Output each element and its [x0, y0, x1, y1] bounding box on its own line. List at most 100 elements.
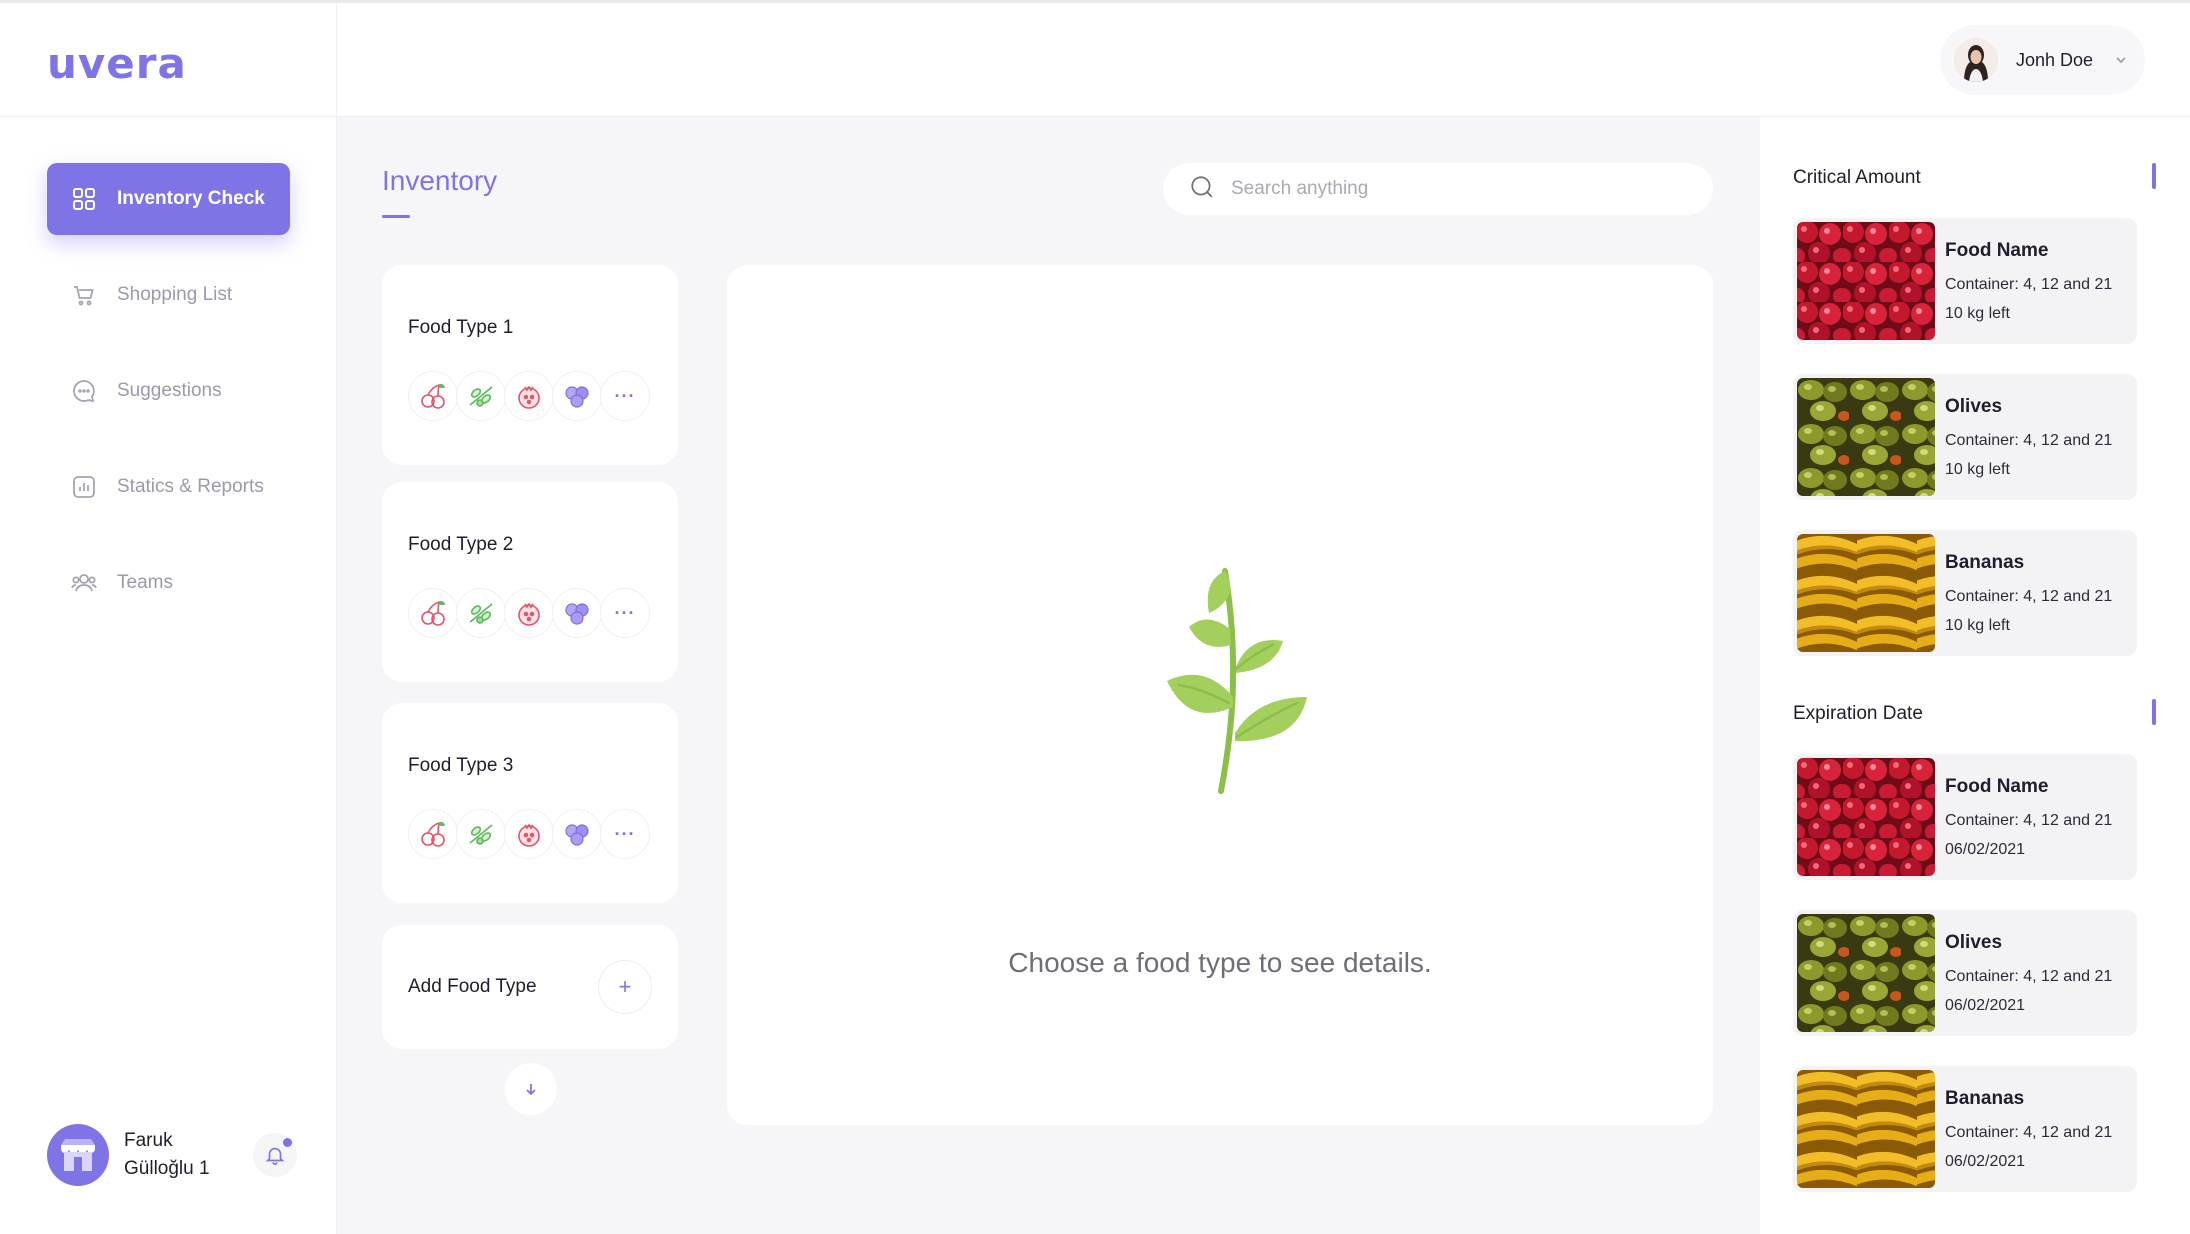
- divider: [0, 116, 337, 117]
- item-container: Container: 4, 12 and 21: [1945, 432, 2113, 449]
- food-type-title: Food Type 2: [408, 534, 514, 555]
- sidebar-item-label: Shopping List: [117, 284, 233, 305]
- scroll-down-button[interactable]: [505, 1063, 557, 1115]
- avatar: [47, 1124, 109, 1186]
- item-date: 06/02/2021: [1945, 1153, 2026, 1170]
- item-name: Olives: [1945, 932, 2003, 953]
- bell-icon: [265, 1147, 285, 1165]
- item-container: Container: 4, 12 and 21: [1945, 968, 2113, 985]
- main-content: Inventory Food Type 1 ··· Food Type 2 ··…: [337, 117, 1760, 1234]
- empty-state-message: Choose a food type to see details.: [1008, 947, 1432, 978]
- olive-icon: [456, 809, 506, 859]
- blueberry-icon: [552, 371, 602, 421]
- notifications-button[interactable]: [253, 1133, 297, 1177]
- arrow-down-icon: [526, 1084, 536, 1096]
- cherry-icon: [408, 809, 458, 859]
- sidebar-item-suggestions[interactable]: Suggestions: [47, 355, 290, 427]
- food-image: [1797, 758, 1935, 876]
- item-container: Container: 4, 12 and 21: [1945, 812, 2113, 829]
- more-button[interactable]: ···: [600, 588, 650, 638]
- item-date: 06/02/2021: [1945, 997, 2026, 1014]
- cherry-icon: [408, 588, 458, 638]
- add-food-type-card[interactable]: Add Food Type +: [382, 925, 678, 1049]
- item-name: Olives: [1945, 396, 2003, 417]
- blueberry-icon: [552, 809, 602, 859]
- food-icons: ···: [408, 809, 678, 859]
- sidebar-nav: Inventory Check Shopping List Suggestion…: [47, 163, 290, 643]
- food-type-card[interactable]: Food Type 2 ···: [382, 482, 678, 682]
- app-logo[interactable]: uvera: [47, 39, 187, 88]
- item-name: Bananas: [1945, 1088, 2025, 1109]
- food-type-card[interactable]: Food Type 3 ···: [382, 703, 678, 903]
- profile-name: Jonh Doe: [2016, 49, 2094, 70]
- critical-item-card[interactable]: Food Name Container: 4, 12 and 21 10 kg …: [1793, 218, 2137, 344]
- section-marker: [2152, 163, 2156, 189]
- food-image: [1797, 222, 1935, 340]
- item-container: Container: 4, 12 and 21: [1945, 1124, 2113, 1141]
- search-input[interactable]: [1229, 177, 1673, 201]
- grid-icon: [71, 186, 97, 212]
- search-bar[interactable]: [1163, 163, 1713, 215]
- food-type-title: Food Type 3: [408, 755, 514, 776]
- sidebar: uvera Inventory Check Shopping List Sugg…: [0, 3, 337, 1234]
- expiration-item-card[interactable]: Bananas Container: 4, 12 and 21 06/02/20…: [1793, 1066, 2137, 1192]
- food-type-card[interactable]: Food Type 1 ···: [382, 265, 678, 465]
- sprout-illustration: [1167, 568, 1307, 794]
- item-name: Food Name: [1945, 240, 2049, 261]
- cherry-icon: [408, 371, 458, 421]
- item-amount: 10 kg left: [1945, 617, 2010, 634]
- expiration-item-card[interactable]: Food Name Container: 4, 12 and 21 06/02/…: [1793, 754, 2137, 880]
- notification-dot: [283, 1138, 292, 1147]
- expiration-item-card[interactable]: Olives Container: 4, 12 and 21 06/02/202…: [1793, 910, 2137, 1036]
- right-panel: Critical Amount Food Name Container: 4, …: [1760, 117, 2190, 1234]
- critical-amount-title: Critical Amount: [1793, 167, 1921, 188]
- chart-icon: [71, 474, 97, 500]
- chevron-down-icon: [2115, 53, 2127, 71]
- food-image: [1797, 914, 1935, 1032]
- food-detail-panel: Choose a food type to see details.: [727, 265, 1713, 1125]
- title-underline: [382, 215, 410, 218]
- add-food-type-label: Add Food Type: [408, 976, 537, 997]
- team-icon: [71, 570, 97, 596]
- search-icon: [1189, 174, 1215, 205]
- item-name: Bananas: [1945, 552, 2025, 573]
- expiration-date-title: Expiration Date: [1793, 703, 1923, 724]
- food-icons: ···: [408, 588, 678, 638]
- critical-item-card[interactable]: Olives Container: 4, 12 and 21 10 kg lef…: [1793, 374, 2137, 500]
- sidebar-item-statics-reports[interactable]: Statics & Reports: [47, 451, 290, 523]
- current-user[interactable]: Faruk Gülloğlu 1: [47, 1123, 297, 1187]
- pomegranate-icon: [504, 809, 554, 859]
- sidebar-item-label: Teams: [117, 572, 173, 593]
- pomegranate-icon: [504, 588, 554, 638]
- store-icon: [61, 1139, 95, 1171]
- food-icons: ···: [408, 371, 678, 421]
- more-button[interactable]: ···: [600, 371, 650, 421]
- add-food-type-button[interactable]: +: [598, 960, 652, 1014]
- profile-avatar: [1954, 38, 1998, 82]
- critical-item-card[interactable]: Bananas Container: 4, 12 and 21 10 kg le…: [1793, 530, 2137, 656]
- olive-icon: [456, 588, 506, 638]
- profile-menu[interactable]: Jonh Doe: [1940, 25, 2145, 95]
- item-amount: 10 kg left: [1945, 305, 2010, 322]
- food-image: [1797, 378, 1935, 496]
- item-container: Container: 4, 12 and 21: [1945, 276, 2113, 293]
- cart-icon: [71, 282, 97, 308]
- section-marker: [2152, 699, 2156, 725]
- item-date: 06/02/2021: [1945, 841, 2026, 858]
- sidebar-item-inventory-check[interactable]: Inventory Check: [47, 163, 290, 235]
- sidebar-item-label: Inventory Check: [117, 188, 265, 209]
- chat-icon: [71, 378, 97, 404]
- sidebar-item-label: Statics & Reports: [117, 476, 264, 497]
- item-amount: 10 kg left: [1945, 461, 2010, 478]
- sidebar-item-teams[interactable]: Teams: [47, 547, 290, 619]
- sidebar-item-label: Suggestions: [117, 380, 222, 401]
- top-header: Jonh Doe: [337, 3, 2190, 117]
- more-button[interactable]: ···: [600, 809, 650, 859]
- sidebar-item-shopping-list[interactable]: Shopping List: [47, 259, 290, 331]
- olive-icon: [456, 371, 506, 421]
- user-name: Faruk Gülloğlu 1: [124, 1130, 210, 1179]
- page-title: Inventory: [382, 165, 498, 196]
- food-image: [1797, 1070, 1935, 1188]
- item-container: Container: 4, 12 and 21: [1945, 588, 2113, 605]
- food-type-title: Food Type 1: [408, 317, 514, 338]
